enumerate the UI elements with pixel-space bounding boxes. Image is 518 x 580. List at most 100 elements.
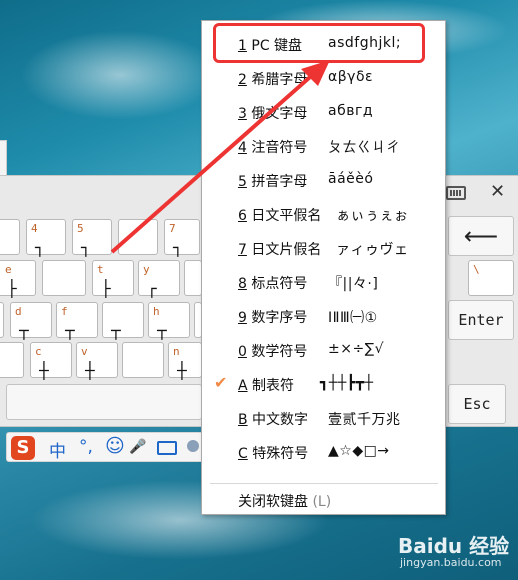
soft-key-f[interactable]: f ┬ — [56, 302, 98, 340]
menu-item-hotkey: (L) — [312, 494, 332, 510]
menu-item-preview: ±×÷∑√ — [328, 341, 385, 357]
menu-item-label: 制表符 — [247, 378, 295, 394]
backspace-key[interactable]: ⟵ — [448, 216, 514, 256]
soft-key-symbol: ┐ — [81, 238, 91, 257]
space-key[interactable] — [6, 384, 202, 420]
soft-key-e[interactable]: e ├ — [0, 260, 36, 298]
soft-key-c[interactable]: c ┼ — [30, 342, 72, 380]
soft-key-label: \ — [473, 263, 480, 276]
menu-item-preview: 『||々·] — [328, 276, 379, 292]
soft-key-4[interactable]: 4 ┐ — [26, 219, 66, 257]
soft-keyboard-icon[interactable] — [157, 441, 177, 455]
menu-item-label: 关闭软键盘 — [238, 494, 308, 510]
soft-key-g[interactable]: g ┬ — [102, 302, 144, 340]
menu-item-label: 注音符号 — [246, 140, 308, 156]
soft-key-symbol: ├ — [101, 279, 111, 298]
menu-item-close-soft-keyboard[interactable]: 关闭软键盘 (L) — [238, 491, 331, 511]
soft-key-h[interactable]: h ┬ — [148, 302, 190, 340]
keyboard-icon[interactable] — [446, 186, 466, 200]
soft-key-v[interactable]: v ┼ — [76, 342, 118, 380]
menu-item-greek[interactable]: 2 希腊字母 αβγδε — [202, 61, 445, 95]
soft-key-symbol: ┌ — [147, 279, 157, 298]
menu-item-label: 中文数字 — [247, 412, 309, 428]
esc-key[interactable]: Esc — [448, 384, 506, 424]
punctuation-toggle[interactable]: °, — [79, 437, 93, 457]
menu-item-key: 5 — [238, 174, 247, 190]
soft-key-n[interactable]: n ┼ — [168, 342, 202, 380]
menu-item-box-drawing[interactable]: ✔ A 制表符 ┓┼┼┣┳┼ — [202, 367, 445, 401]
menu-item-key: 8 — [238, 276, 247, 292]
esc-key-label: Esc — [463, 395, 491, 413]
keyboard-close-button[interactable]: ✕ — [490, 181, 505, 202]
annotation-highlight-box — [213, 23, 425, 63]
enter-key-label: Enter — [458, 311, 504, 329]
menu-item-russian[interactable]: 3 俄文字母 абвгд — [202, 95, 445, 129]
soft-key-label: t — [97, 263, 104, 276]
menu-item-hiragana[interactable]: 6 日文平假名 ぁぃぅぇぉ — [202, 197, 445, 231]
soft-key-b[interactable] — [122, 342, 164, 378]
soft-key-label: g — [107, 305, 114, 318]
menu-item-preview: абвгд — [328, 103, 373, 119]
menu-item-preview: āáěèó — [328, 171, 374, 187]
soft-key-s[interactable] — [0, 302, 4, 338]
soft-key-backslash[interactable]: \ — [468, 260, 514, 296]
checkmark-icon: ✔ — [214, 373, 228, 392]
soft-key-symbol: ┼ — [177, 361, 187, 380]
menu-item-label: 拼音字母 — [246, 174, 308, 190]
soft-key-d[interactable]: d ┬ — [10, 302, 52, 340]
menu-item-chinese-numerals[interactable]: B 中文数字 壹贰千万兆 — [202, 401, 445, 435]
menu-item-katakana[interactable]: 7 日文片假名 ァィゥヴェ — [202, 231, 445, 265]
user-icon[interactable] — [187, 440, 199, 452]
menu-item-preview: ァィゥヴェ — [336, 242, 409, 258]
menu-item-zhuyin[interactable]: 4 注音符号 ㄆㄊㄍㄐㄔ — [202, 129, 445, 163]
menu-item-preview: ぁぃぅぇぉ — [336, 208, 409, 224]
window-edge-tab — [0, 140, 7, 176]
menu-item-pinyin[interactable]: 5 拼音字母 āáěèó — [202, 163, 445, 197]
menu-item-label: 数学符号 — [246, 344, 308, 360]
soft-key-partial[interactable] — [0, 219, 20, 255]
soft-keyboard-menu: 1 PC 键盘 asdfghjkl; 2 希腊字母 αβγδε 3 俄文字母 а… — [201, 20, 446, 515]
enter-key[interactable]: Enter — [448, 300, 514, 340]
soft-key-z[interactable] — [0, 342, 24, 378]
menu-item-preview: ⅠⅡⅢ㈠① — [328, 310, 378, 326]
soft-key-r[interactable] — [42, 260, 86, 296]
menu-item-key: 9 — [238, 310, 247, 326]
soft-key-7[interactable]: 7 ┐ — [164, 219, 200, 257]
menu-item-label: 希腊字母 — [246, 72, 308, 88]
menu-item-key: 6 — [238, 208, 247, 224]
soft-key-symbol: ├ — [7, 279, 17, 298]
soft-key-u[interactable] — [184, 260, 202, 296]
soft-key-5[interactable]: 5 ┐ — [72, 219, 112, 257]
menu-item-preview: 壹贰千万兆 — [328, 412, 401, 428]
menu-item-numeric-ordinals[interactable]: 9 数字序号 ⅠⅡⅢ㈠① — [202, 299, 445, 333]
watermark-url: jingyan.baidu.com — [400, 556, 502, 569]
menu-item-preview: ┓┼┼┣┳┼ — [320, 375, 374, 391]
menu-item-label: 标点符号 — [246, 276, 308, 292]
background-wave — [20, 30, 220, 120]
microphone-icon[interactable]: 🎤 — [129, 439, 146, 455]
soft-key-label: 5 — [77, 222, 84, 235]
menu-item-label: 日文平假名 — [246, 208, 322, 224]
soft-key-symbol: ┬ — [65, 321, 75, 340]
soft-key-y[interactable]: y ┌ — [138, 260, 180, 298]
menu-item-special-symbols[interactable]: C 特殊符号 ▲☆◆□→ — [202, 435, 445, 469]
emoji-icon[interactable]: ☺ — [105, 435, 125, 457]
soft-key-symbol: ┬ — [19, 321, 29, 340]
menu-item-preview: ▲☆◆□→ — [328, 443, 390, 459]
menu-item-math-symbols[interactable]: 0 数学符号 ±×÷∑√ — [202, 333, 445, 367]
sogou-logo-icon[interactable]: S — [11, 436, 35, 460]
menu-item-punctuation[interactable]: 8 标点符号 『||々·] — [202, 265, 445, 299]
soft-key-symbol: ┬ — [157, 321, 167, 340]
menu-item-key: 4 — [238, 140, 247, 156]
menu-item-key: A — [238, 378, 248, 394]
menu-separator — [210, 483, 438, 484]
menu-item-preview: αβγδε — [328, 69, 374, 85]
menu-item-label: 特殊符号 — [247, 446, 309, 462]
soft-key-t[interactable]: t ├ — [92, 260, 134, 298]
chinese-mode-toggle[interactable]: 中 — [49, 437, 66, 462]
menu-item-key: B — [238, 412, 248, 428]
soft-key-label: c — [35, 345, 42, 358]
watermark-brand: Baidu 经验 — [398, 534, 510, 558]
soft-key-6[interactable] — [118, 219, 158, 255]
soft-key-label: 7 — [169, 222, 176, 235]
